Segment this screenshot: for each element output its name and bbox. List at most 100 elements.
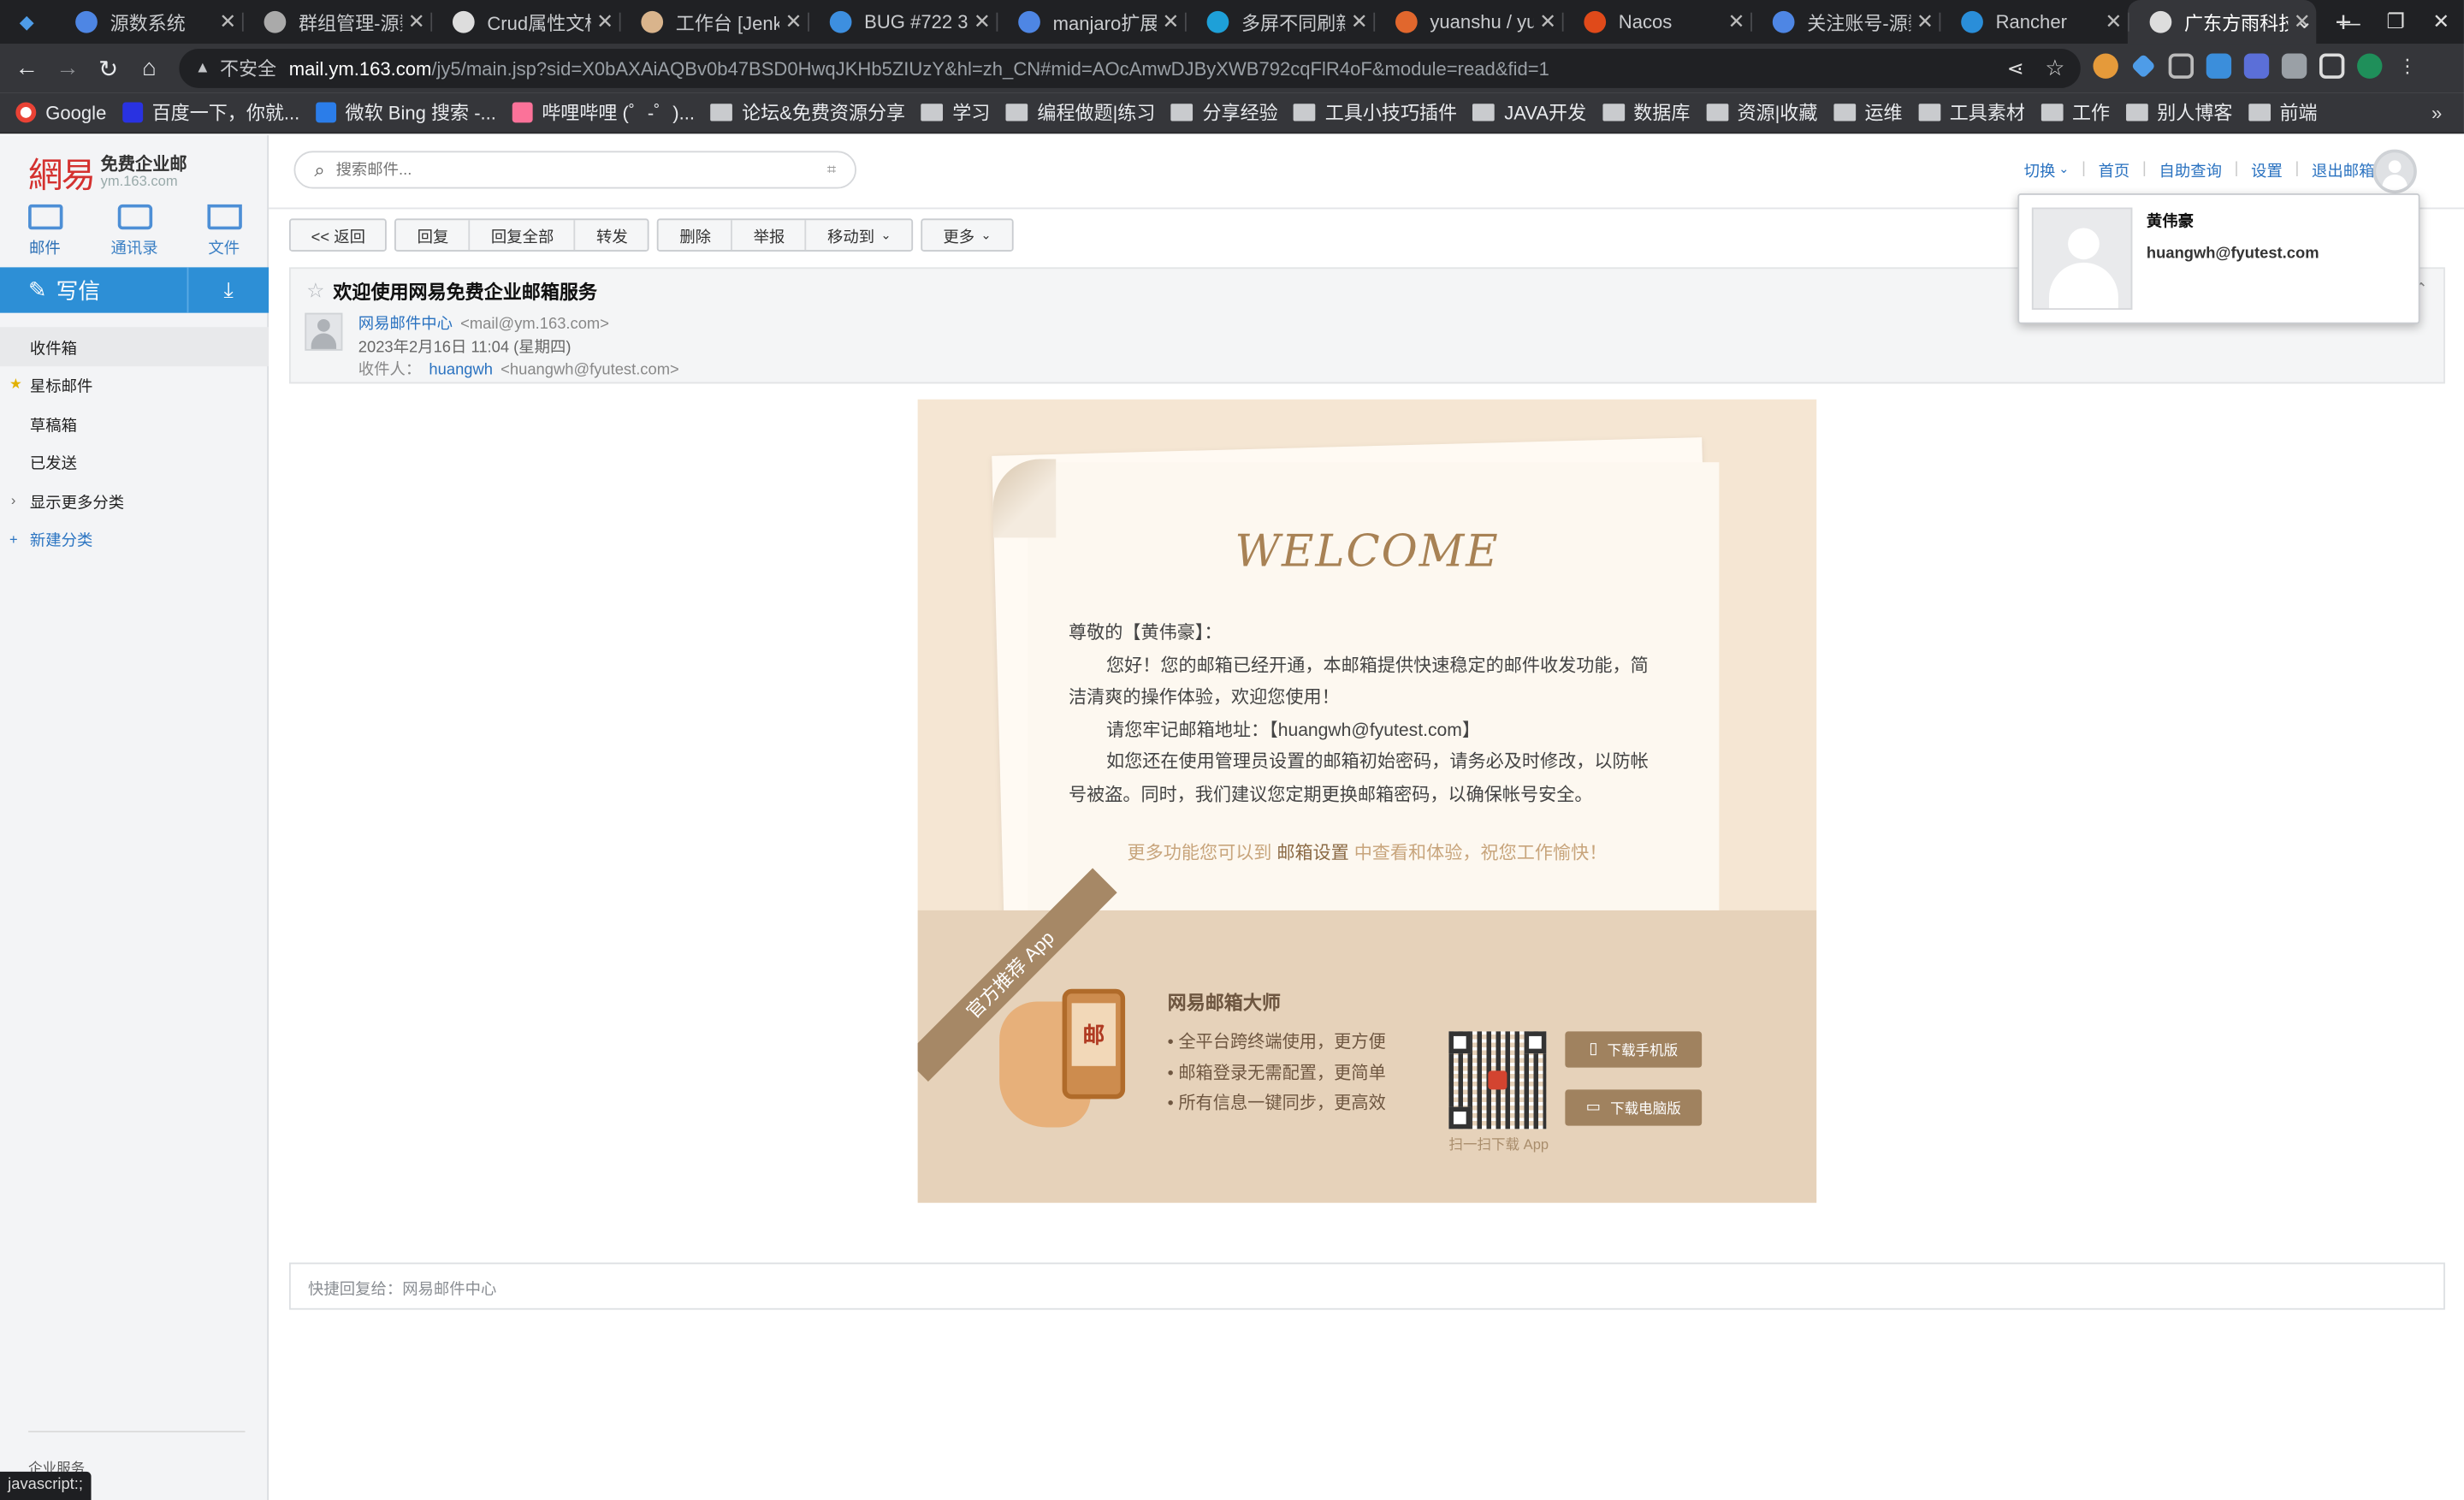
browser-tab[interactable]: Nacos ✕ <box>1561 0 1750 44</box>
close-tab-icon[interactable]: ✕ <box>1722 9 1750 34</box>
browser-tab[interactable]: 多屏不同刷新 ✕ <box>1184 0 1373 44</box>
profile-icon[interactable] <box>2357 53 2383 79</box>
settings-link[interactable]: 设置 <box>2251 157 2283 181</box>
close-tab-icon[interactable]: ✕ <box>214 9 242 34</box>
close-tab-icon[interactable]: ✕ <box>591 9 619 34</box>
move-to-button[interactable]: 移动到 ⌄ <box>807 220 912 250</box>
folder-icon <box>2125 104 2148 122</box>
extension-icon-3[interactable] <box>2168 53 2194 79</box>
back-button[interactable]: << 返回 <box>291 220 386 250</box>
search-box[interactable]: ⌕ ⌗ <box>293 151 857 189</box>
star-outline-icon[interactable]: ☆ <box>306 278 324 303</box>
forward-icon[interactable]: → <box>47 55 88 81</box>
bookmark-item[interactable]: 工作 <box>2040 99 2110 126</box>
bookmarks-more[interactable]: » <box>2431 102 2442 124</box>
browser-tab[interactable]: Crud属性文档✕ <box>430 0 619 44</box>
browser-tab[interactable]: manjaro扩展 ✕ <box>996 0 1184 44</box>
extension-icon-2[interactable] <box>2130 53 2156 79</box>
report-button[interactable]: 举报 <box>733 220 808 251</box>
bookmark-star-icon[interactable]: ☆ <box>2045 55 2064 81</box>
bookmark-item[interactable]: 工具小技巧插件 <box>1294 99 1457 126</box>
reply-all-button[interactable]: 回复全部 <box>471 220 577 251</box>
bookmark-item[interactable]: 学习 <box>921 99 990 126</box>
self-service-link[interactable]: 自助查询 <box>2159 157 2221 181</box>
close-tab-icon[interactable]: ✕ <box>1534 9 1562 34</box>
netease-logo[interactable]: 網易 免费企业邮 ym.163.com <box>28 148 187 199</box>
mail-settings-link[interactable]: 邮箱设置 <box>1276 845 1348 863</box>
folder-sent[interactable]: 已发送 <box>0 442 269 481</box>
share-icon[interactable]: ⋖ <box>2007 56 2024 80</box>
delete-button[interactable]: 删除 <box>659 220 733 251</box>
close-tab-icon[interactable]: ✕ <box>1910 9 1939 34</box>
bookmark-item[interactable]: 前端 <box>2248 99 2318 126</box>
bookmark-item[interactable]: 微软 Bing 搜索 -... <box>315 99 496 126</box>
close-tab-icon[interactable]: ✕ <box>968 9 996 34</box>
more-button[interactable]: 更多 ⌄ <box>922 220 1011 250</box>
bookmark-item[interactable]: 别人博客 <box>2125 99 2232 126</box>
bookmark-item[interactable]: 分享经验 <box>1170 99 1278 126</box>
diamond-icon: ◆ <box>19 10 34 33</box>
browser-tab[interactable]: 工作台 [Jenkins]✕ <box>619 0 808 44</box>
receive-button[interactable]: ⤓ <box>187 267 270 313</box>
folder-more[interactable]: › 显示更多分类 <box>0 481 269 519</box>
logout-link[interactable]: 退出邮箱 <box>2312 157 2374 181</box>
close-tab-icon[interactable]: ✕ <box>1345 9 1373 34</box>
recipient-name[interactable]: huangwh <box>429 362 493 379</box>
bookmark-item[interactable]: 工具素材 <box>1917 99 2025 126</box>
tab-search-icon[interactable]: ⌄ <box>2282 9 2327 34</box>
bookmark-item[interactable]: Google <box>15 99 106 126</box>
home-link[interactable]: 首页 <box>2099 157 2130 181</box>
bookmark-item[interactable]: 编程做题|练习 <box>1005 99 1155 126</box>
bookmark-item[interactable]: 数据库 <box>1602 99 1690 126</box>
forward-button[interactable]: 转发 <box>576 220 648 250</box>
quick-reply-input[interactable]: 快捷回复给：网易邮件中心 <box>288 1262 2445 1310</box>
reload-icon[interactable]: ↻ <box>88 54 129 82</box>
bookmark-item[interactable]: 论坛&免费资源分享 <box>710 99 905 126</box>
user-avatar[interactable] <box>2372 149 2417 194</box>
bookmark-item[interactable]: 运维 <box>1833 99 1903 126</box>
close-tab-icon[interactable]: ✕ <box>779 9 808 34</box>
nav-mail[interactable]: 邮件 <box>0 204 90 261</box>
address-bar[interactable]: ▲ 不安全 mail.ym.163.com/jy5/main.jsp?sid=X… <box>179 48 2081 88</box>
bookmark-item[interactable]: 哔哩哔哩 (゜-゜)... <box>512 99 695 126</box>
bookmark-item[interactable]: 百度一下，你就... <box>121 99 299 126</box>
folder-inbox[interactable]: 收件箱 <box>0 327 270 366</box>
pinned-tab[interactable]: ◆ <box>0 0 53 44</box>
sender-name[interactable]: 网易邮件中心 <box>358 316 453 333</box>
puzzle-icon[interactable] <box>2281 53 2307 79</box>
close-window-icon[interactable]: ✕ <box>2419 9 2464 34</box>
extension-icon-5[interactable] <box>2243 53 2270 79</box>
extension-icon-1[interactable] <box>2093 53 2118 79</box>
bookmark-item[interactable]: 资源|收藏 <box>1705 99 1817 126</box>
folder-starred[interactable]: ★ 星标邮件 <box>0 365 269 404</box>
write-button[interactable]: ✎ 写信 <box>0 267 187 312</box>
switch-link[interactable]: 切换 <box>2024 157 2056 181</box>
browser-tab[interactable]: 群组管理-源数✕ <box>241 0 430 44</box>
close-tab-icon[interactable]: ✕ <box>2100 9 2128 34</box>
folder-drafts[interactable]: 草稿箱 <box>0 404 269 442</box>
bookmark-item[interactable]: JAVA开发 <box>1472 99 1586 126</box>
close-tab-icon[interactable]: ✕ <box>1157 9 1185 34</box>
back-icon[interactable]: ← <box>6 55 47 81</box>
sidepanel-icon[interactable] <box>2319 53 2345 79</box>
browser-tab[interactable]: yuanshu / yuan✕ <box>1373 0 1561 44</box>
maximize-icon[interactable]: ❐ <box>2372 9 2418 34</box>
browser-tab[interactable]: BUG #722 3 ✕ <box>808 0 996 44</box>
reply-button[interactable]: 回复 <box>397 220 471 251</box>
nav-files[interactable]: 文件 <box>179 204 269 261</box>
scan-icon[interactable]: ⌗ <box>827 161 836 178</box>
home-icon[interactable]: ⌂ <box>129 55 170 81</box>
browser-tab[interactable]: Rancher ✕ <box>1939 0 2127 44</box>
nav-contacts[interactable]: 通讯录 <box>90 204 180 261</box>
download-mobile-button[interactable]: ▯ 下载手机版 <box>1565 1031 1703 1068</box>
minimize-icon[interactable]: — <box>2327 10 2372 34</box>
extension-icon-4[interactable] <box>2206 53 2232 79</box>
folder-new[interactable]: + 新建分类 <box>0 519 269 558</box>
close-tab-icon[interactable]: ✕ <box>402 9 430 34</box>
browser-tab[interactable]: 关注账号-源数✕ <box>1750 0 1939 44</box>
menu-icon[interactable]: ⋮ <box>2395 53 2420 78</box>
bookmark-label: Google <box>45 101 107 124</box>
search-input[interactable] <box>335 161 792 179</box>
browser-tab[interactable]: 源数系统 ✕ <box>53 0 241 44</box>
download-pc-button[interactable]: ▭ 下载电脑版 <box>1565 1089 1703 1126</box>
